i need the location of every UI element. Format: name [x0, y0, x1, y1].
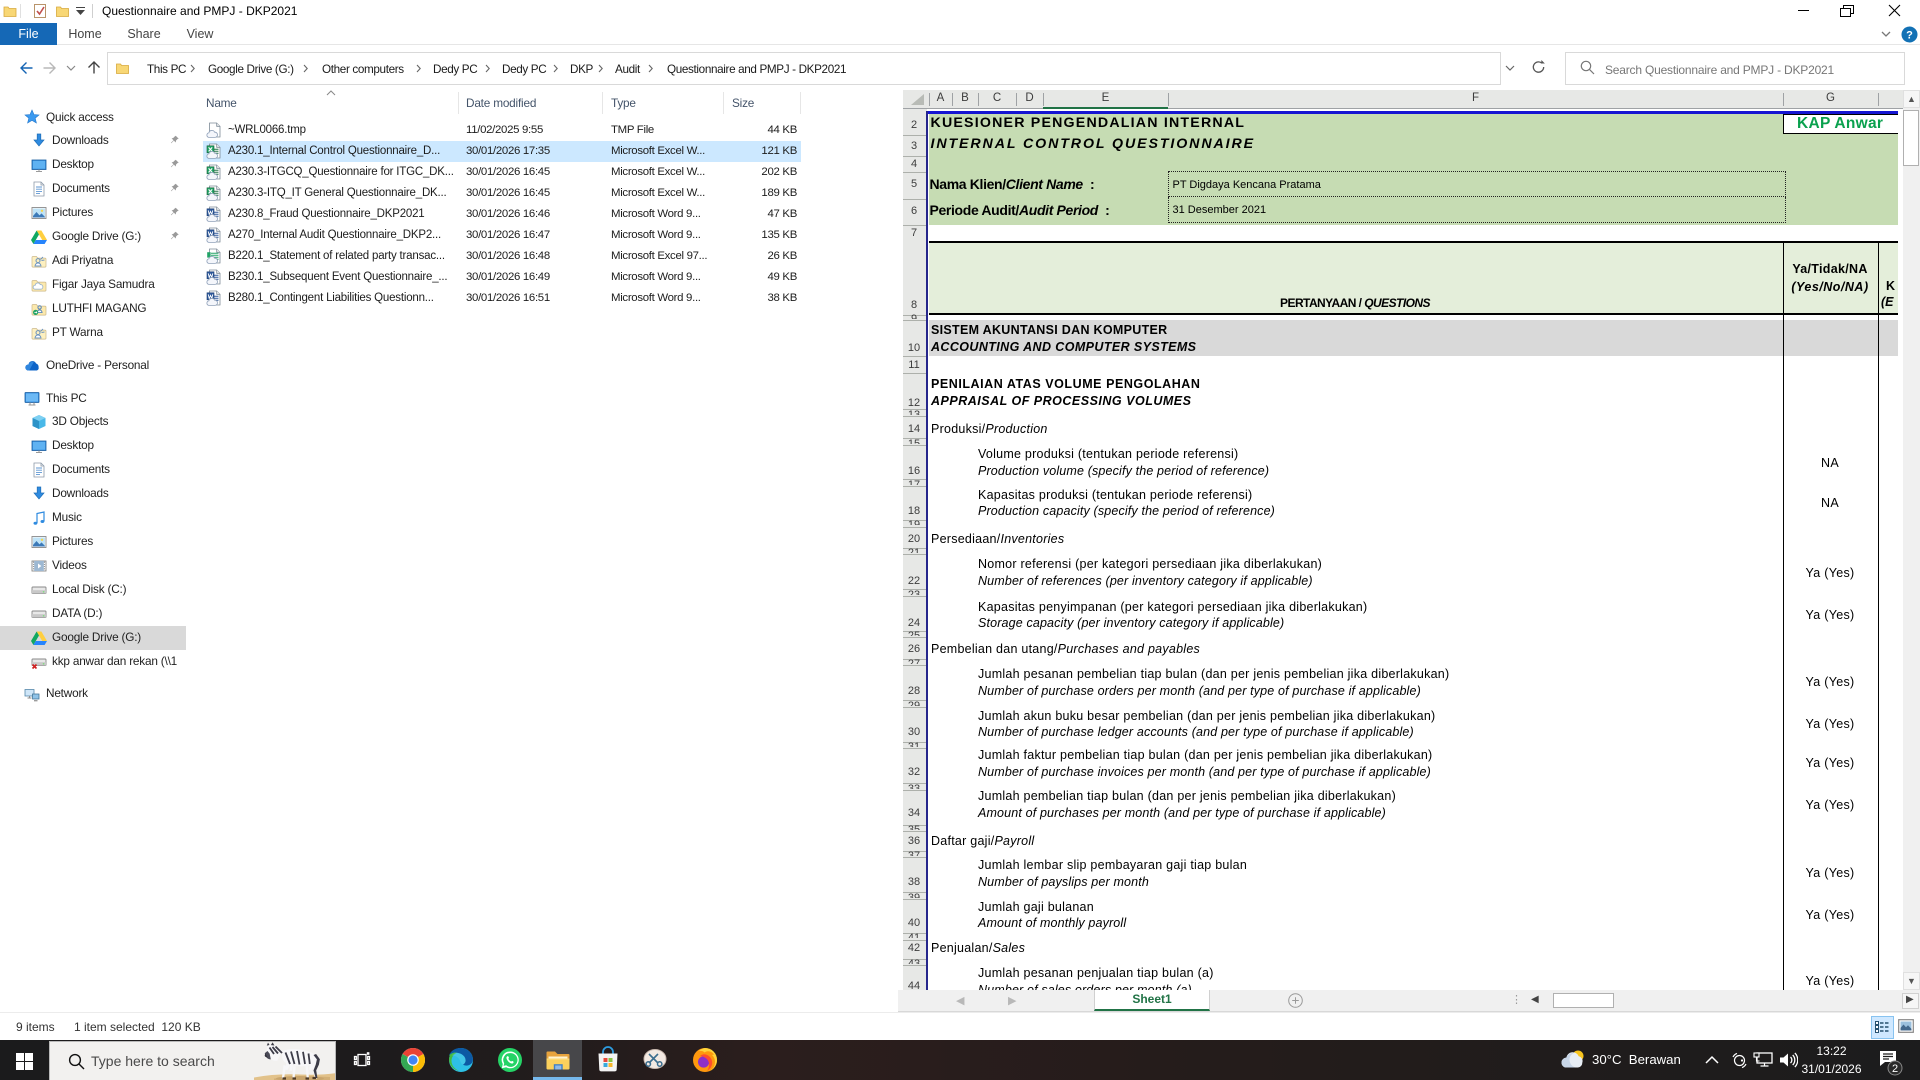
svg-text:2: 2 [1891, 1063, 1897, 1075]
svg-text:?: ? [1906, 30, 1913, 42]
